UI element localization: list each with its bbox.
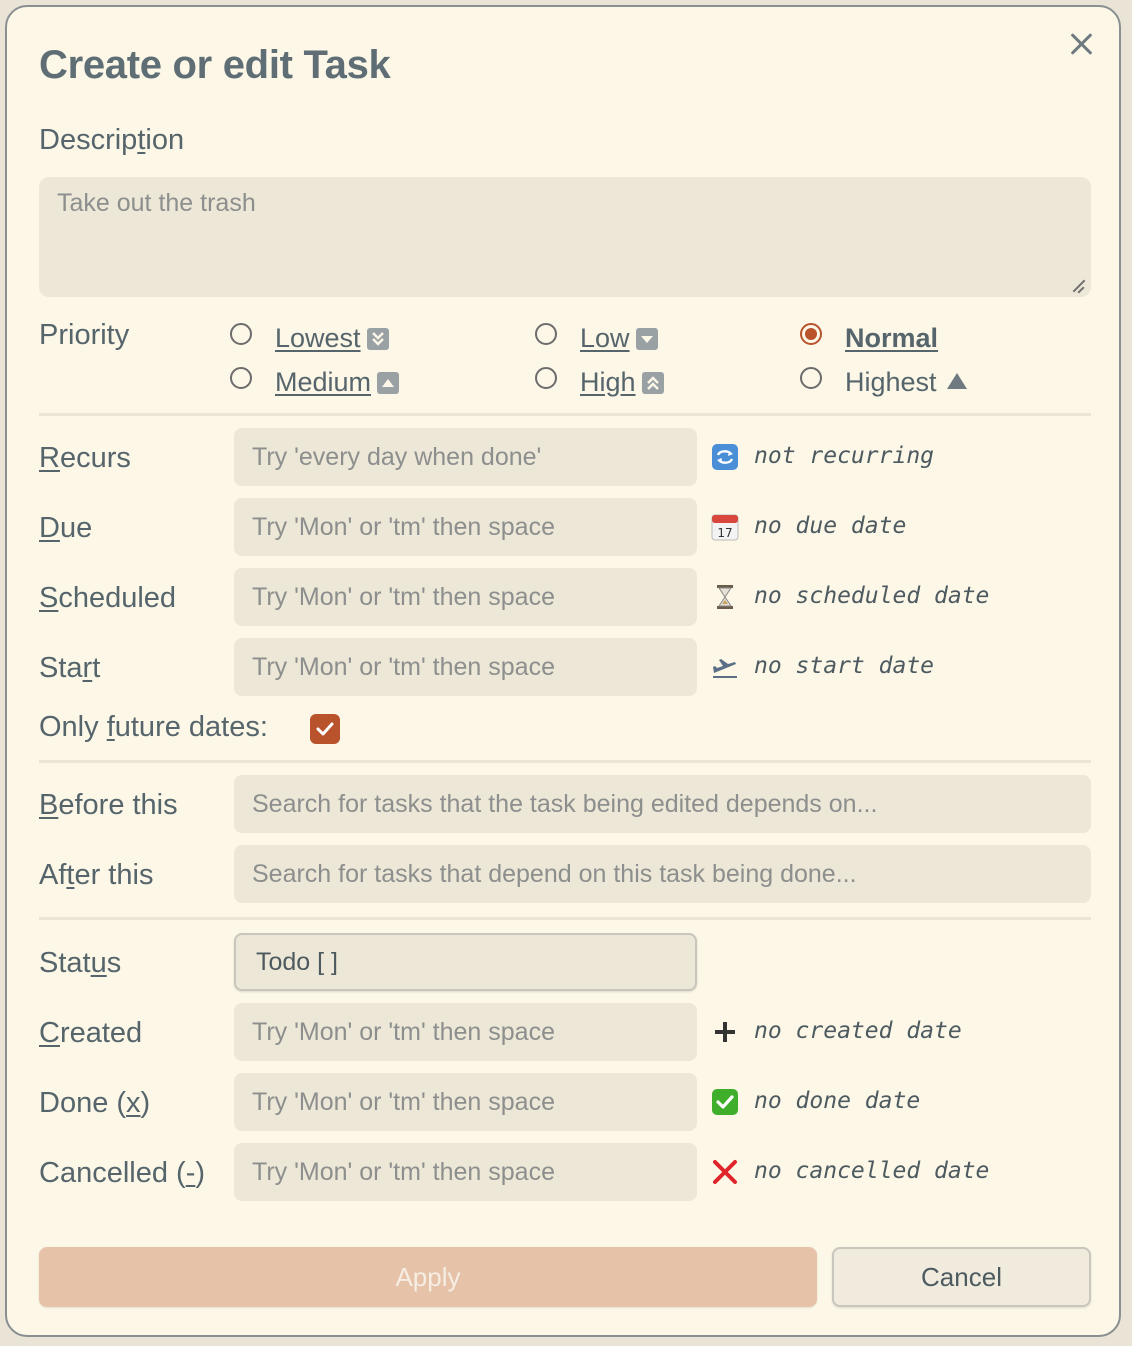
recurs-hint: not recurring — [754, 443, 935, 469]
check-mark-button-icon — [711, 1088, 739, 1116]
before-this-label: Before this — [39, 789, 178, 821]
priority-option-normal[interactable]: Normal — [845, 323, 938, 354]
apply-button[interactable]: Apply — [39, 1247, 817, 1307]
priority-label-normal: Normal — [845, 323, 939, 353]
double-chevron-down-icon — [366, 328, 389, 350]
only-future-checkbox[interactable] — [310, 714, 340, 744]
recurs-label: Recurs — [39, 442, 131, 474]
cancelled-hint: no cancelled date — [754, 1158, 990, 1184]
priority-radio-lowest[interactable] — [230, 323, 252, 345]
description-placeholder: Take out the trash — [57, 189, 256, 217]
created-hint: no created date — [754, 1018, 962, 1044]
done-input[interactable]: Try 'Mon' or 'tm' then space — [234, 1073, 697, 1131]
start-input[interactable]: Try 'Mon' or 'tm' then space — [234, 638, 697, 696]
after-this-search[interactable]: Search for tasks that depend on this tas… — [234, 845, 1091, 903]
priority-label-medium: Medium — [275, 367, 372, 397]
hourglass-icon — [711, 583, 739, 611]
divider — [39, 413, 1091, 416]
divider — [39, 760, 1091, 763]
due-hint: no due date — [754, 513, 907, 539]
priority-label-highest: Highest — [845, 367, 937, 397]
recurs-input[interactable]: Try 'every day when done' — [234, 428, 697, 486]
triangle-up-icon — [946, 373, 967, 389]
start-label: Start — [39, 652, 101, 684]
status-select[interactable]: Todo [ ] — [234, 933, 697, 991]
cancelled-input[interactable]: Try 'Mon' or 'tm' then space — [234, 1143, 697, 1201]
cross-mark-icon — [711, 1158, 739, 1186]
description-label: Description — [39, 124, 185, 156]
scheduled-hint: no scheduled date — [754, 583, 990, 609]
priority-radio-low[interactable] — [535, 323, 557, 345]
priority-radio-highest[interactable] — [800, 367, 822, 389]
dialog-title: Create or edit Task — [39, 43, 391, 87]
priority-option-low[interactable]: Low — [580, 323, 658, 354]
priority-radio-normal[interactable] — [800, 323, 822, 345]
created-label: Created — [39, 1017, 143, 1049]
priority-label-lowest: Lowest — [275, 323, 361, 353]
start-hint: no start date — [754, 653, 935, 679]
scheduled-label: Scheduled — [39, 582, 177, 614]
recurring-icon — [711, 443, 739, 471]
close-icon[interactable] — [1065, 27, 1099, 61]
due-label: Due — [39, 512, 93, 544]
priority-label: Priority — [39, 319, 130, 351]
chevron-down-icon — [635, 328, 658, 350]
due-input[interactable]: Try 'Mon' or 'tm' then space — [234, 498, 697, 556]
cancelled-label: Cancelled (-) — [39, 1157, 206, 1189]
priority-option-medium[interactable]: Medium — [275, 367, 400, 398]
priority-label-high: High — [580, 367, 636, 397]
airplane-departure-icon — [711, 653, 739, 681]
description-textarea[interactable]: Take out the trash — [39, 177, 1091, 297]
calendar-icon: 17 — [711, 513, 739, 541]
priority-option-lowest[interactable]: Lowest — [275, 323, 389, 354]
double-chevron-up-icon — [641, 372, 664, 394]
plus-icon — [711, 1018, 739, 1046]
priority-radio-medium[interactable] — [230, 367, 252, 389]
priority-option-high[interactable]: High — [580, 367, 664, 398]
priority-radio-high[interactable] — [535, 367, 557, 389]
only-future-label: Only future dates: — [39, 711, 268, 743]
scheduled-input[interactable]: Try 'Mon' or 'tm' then space — [234, 568, 697, 626]
priority-label-low: Low — [580, 323, 630, 353]
resize-handle-icon[interactable] — [1071, 279, 1085, 293]
chevron-up-icon — [377, 372, 400, 394]
calendar-day: 17 — [717, 526, 732, 540]
before-this-search[interactable]: Search for tasks that the task being edi… — [234, 775, 1091, 833]
divider — [39, 917, 1091, 920]
check-icon — [316, 722, 334, 736]
cancel-button[interactable]: Cancel — [832, 1247, 1091, 1307]
task-modal: Create or edit Task Description Take out… — [5, 5, 1121, 1337]
after-this-label: After this — [39, 859, 154, 891]
done-hint: no done date — [754, 1088, 921, 1114]
priority-option-highest[interactable]: Highest — [845, 367, 967, 398]
created-input[interactable]: Try 'Mon' or 'tm' then space — [234, 1003, 697, 1061]
status-label: Status — [39, 947, 122, 979]
done-label: Done (x) — [39, 1087, 151, 1119]
